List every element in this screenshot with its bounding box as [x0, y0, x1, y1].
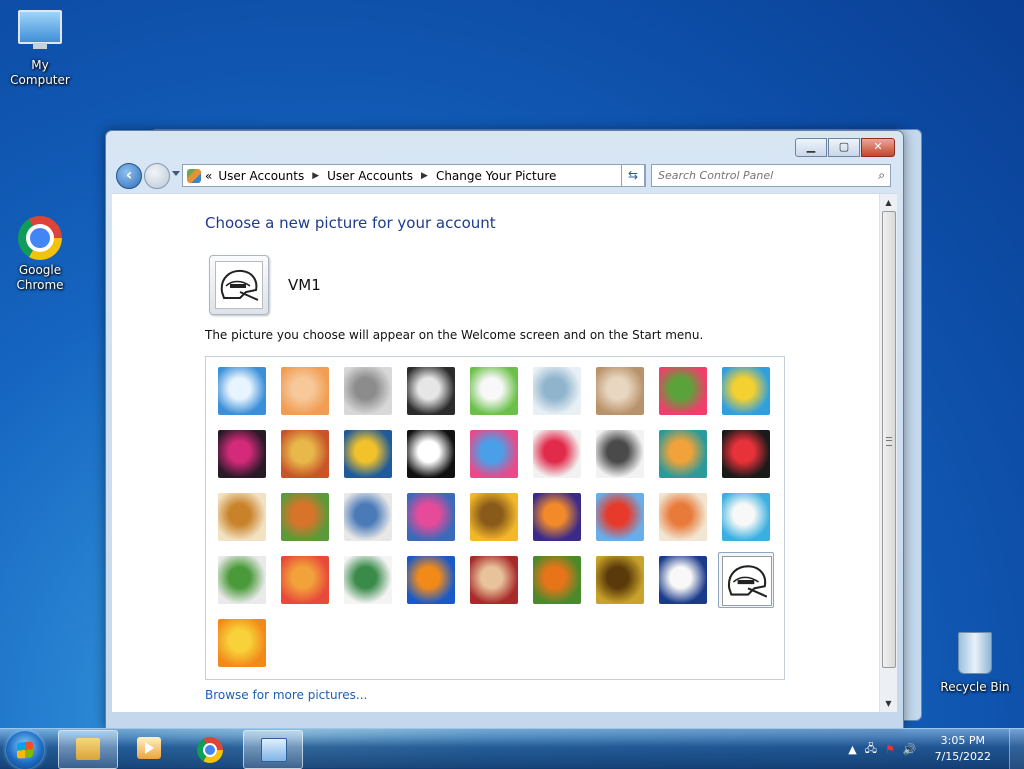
- page-title: Choose a new picture for your account: [205, 214, 496, 232]
- current-account-picture: [209, 255, 269, 315]
- picture-marbles[interactable]: [344, 556, 392, 604]
- caption-buttons: ▁ ▢ ✕: [794, 138, 895, 157]
- picture-robot-dog[interactable]: [344, 367, 392, 415]
- picture-crayons[interactable]: [470, 430, 518, 478]
- recent-pages-dropdown-icon[interactable]: [172, 171, 180, 176]
- navigation-bar: ‹ « User Accounts ▶ User Accounts ▶ Chan…: [114, 163, 895, 189]
- media-player-icon: [137, 737, 161, 759]
- picture-racing-helmet[interactable]: [718, 552, 774, 608]
- refresh-button[interactable]: ⇆: [621, 164, 645, 187]
- scroll-up-arrow-icon[interactable]: ▲: [880, 194, 897, 211]
- computer-icon: [18, 10, 62, 49]
- picture-kitten[interactable]: [596, 367, 644, 415]
- picture-turntable[interactable]: [407, 367, 455, 415]
- picture-fabric[interactable]: [281, 430, 329, 478]
- picture-doll[interactable]: [659, 493, 707, 541]
- recycle-bin-icon: [958, 632, 992, 674]
- picture-star-lantern[interactable]: [533, 430, 581, 478]
- account-name: VM1: [288, 276, 321, 294]
- picture-toy-robot[interactable]: [344, 493, 392, 541]
- picture-jacks[interactable]: [596, 430, 644, 478]
- picture-scarf[interactable]: [407, 493, 455, 541]
- picture-dog[interactable]: [407, 430, 455, 478]
- desktop-icon-label: My Computer: [10, 58, 70, 87]
- picture-guitar[interactable]: [218, 493, 266, 541]
- search-input[interactable]: [652, 165, 865, 186]
- picture-pattern[interactable]: [470, 556, 518, 604]
- browse-more-pictures-link[interactable]: Browse for more pictures...: [205, 688, 367, 702]
- show-desktop-button[interactable]: [1009, 729, 1024, 769]
- forward-button[interactable]: [144, 163, 170, 189]
- maximize-button[interactable]: ▢: [828, 138, 860, 157]
- picture-fish[interactable]: [533, 493, 581, 541]
- picture-balloon[interactable]: [596, 493, 644, 541]
- breadcrumb-item-change-your-picture[interactable]: Change Your Picture: [436, 169, 556, 183]
- taskbar-explorer[interactable]: [58, 730, 118, 769]
- picture-shell[interactable]: [596, 556, 644, 604]
- racing-helmet-icon: [215, 261, 263, 309]
- picture-gyroscope[interactable]: [533, 367, 581, 415]
- show-hidden-icons-icon[interactable]: ▲: [848, 743, 856, 756]
- chevron-right-icon[interactable]: ▶: [312, 171, 319, 181]
- taskbar-media-player[interactable]: [120, 730, 178, 767]
- control-panel-window: ▁ ▢ ✕ ‹ « User Accounts ▶ User Accounts …: [105, 130, 904, 729]
- chevron-right-icon[interactable]: ▶: [421, 171, 428, 181]
- volume-icon[interactable]: 🔊: [903, 743, 917, 756]
- picture-roller-coaster[interactable]: [218, 367, 266, 415]
- picture-description: The picture you choose will appear on th…: [205, 328, 704, 342]
- taskbar-chrome[interactable]: [180, 730, 238, 767]
- picture-paper-crane[interactable]: [722, 430, 770, 478]
- clock-time: 3:05 PM: [940, 734, 985, 747]
- action-center-flag-icon[interactable]: ⚑: [885, 743, 895, 756]
- vertical-scrollbar[interactable]: ▲ ▼: [879, 194, 897, 712]
- desktop-icon-recycle-bin[interactable]: Recycle Bin: [935, 632, 1015, 695]
- folder-icon: [76, 738, 100, 760]
- taskbar: ▲ 🖧 ⚑ 🔊 3:05 PM 7/15/2022: [0, 728, 1024, 769]
- picture-starfish[interactable]: [281, 367, 329, 415]
- start-button[interactable]: [6, 731, 44, 769]
- content-pane: Choose a new picture for your account VM…: [112, 193, 897, 712]
- picture-sunflower[interactable]: [470, 493, 518, 541]
- picture-stairs[interactable]: [659, 430, 707, 478]
- breadcrumb-overflow[interactable]: «: [205, 169, 212, 183]
- picture-gerbera[interactable]: [218, 619, 266, 667]
- picture-pomeranian[interactable]: [281, 493, 329, 541]
- picture-leaf[interactable]: [344, 430, 392, 478]
- clock-date: 7/15/2022: [934, 750, 991, 763]
- taskbar-control-panel[interactable]: [243, 730, 303, 769]
- search-box[interactable]: ⌕: [651, 164, 891, 187]
- picture-textile[interactable]: [281, 556, 329, 604]
- network-icon[interactable]: 🖧: [865, 740, 877, 759]
- back-button[interactable]: ‹: [116, 163, 142, 189]
- chrome-icon: [18, 216, 62, 260]
- picture-butterfly[interactable]: [533, 556, 581, 604]
- breadcrumb-item-user-accounts-1[interactable]: User Accounts: [218, 169, 304, 183]
- address-bar[interactable]: « User Accounts ▶ User Accounts ▶ Change…: [182, 164, 646, 187]
- picture-flower[interactable]: [659, 367, 707, 415]
- minimize-button[interactable]: ▁: [795, 138, 827, 157]
- picture-gallery: [205, 356, 785, 680]
- desktop-icon-label: Recycle Bin: [940, 680, 1010, 694]
- search-icon[interactable]: ⌕: [878, 168, 885, 183]
- close-button[interactable]: ✕: [861, 138, 895, 157]
- desktop-icon-my-computer[interactable]: My Computer: [0, 10, 80, 88]
- desktop-icon-google-chrome[interactable]: Google Chrome: [0, 216, 80, 293]
- chrome-icon: [197, 737, 223, 763]
- system-tray: ▲ 🖧 ⚑ 🔊 3:05 PM 7/15/2022: [848, 729, 1024, 769]
- control-panel-icon: [261, 738, 287, 762]
- scroll-down-arrow-icon[interactable]: ▼: [880, 695, 897, 712]
- picture-window-frame[interactable]: [407, 556, 455, 604]
- scrollbar-thumb[interactable]: [882, 211, 896, 668]
- picture-soccer-ball[interactable]: [218, 556, 266, 604]
- picture-pinwheel[interactable]: [722, 367, 770, 415]
- breadcrumb-item-user-accounts-2[interactable]: User Accounts: [327, 169, 413, 183]
- picture-ball[interactable]: [218, 430, 266, 478]
- picture-lighthouse[interactable]: [659, 556, 707, 604]
- windows-logo-icon: [17, 741, 33, 759]
- desktop-icon-label: Google Chrome: [16, 263, 64, 292]
- picture-lucky-cat[interactable]: [470, 367, 518, 415]
- picture-sailboat[interactable]: [722, 493, 770, 541]
- control-panel-icon: [187, 168, 201, 183]
- clock[interactable]: 3:05 PM 7/15/2022: [935, 733, 991, 765]
